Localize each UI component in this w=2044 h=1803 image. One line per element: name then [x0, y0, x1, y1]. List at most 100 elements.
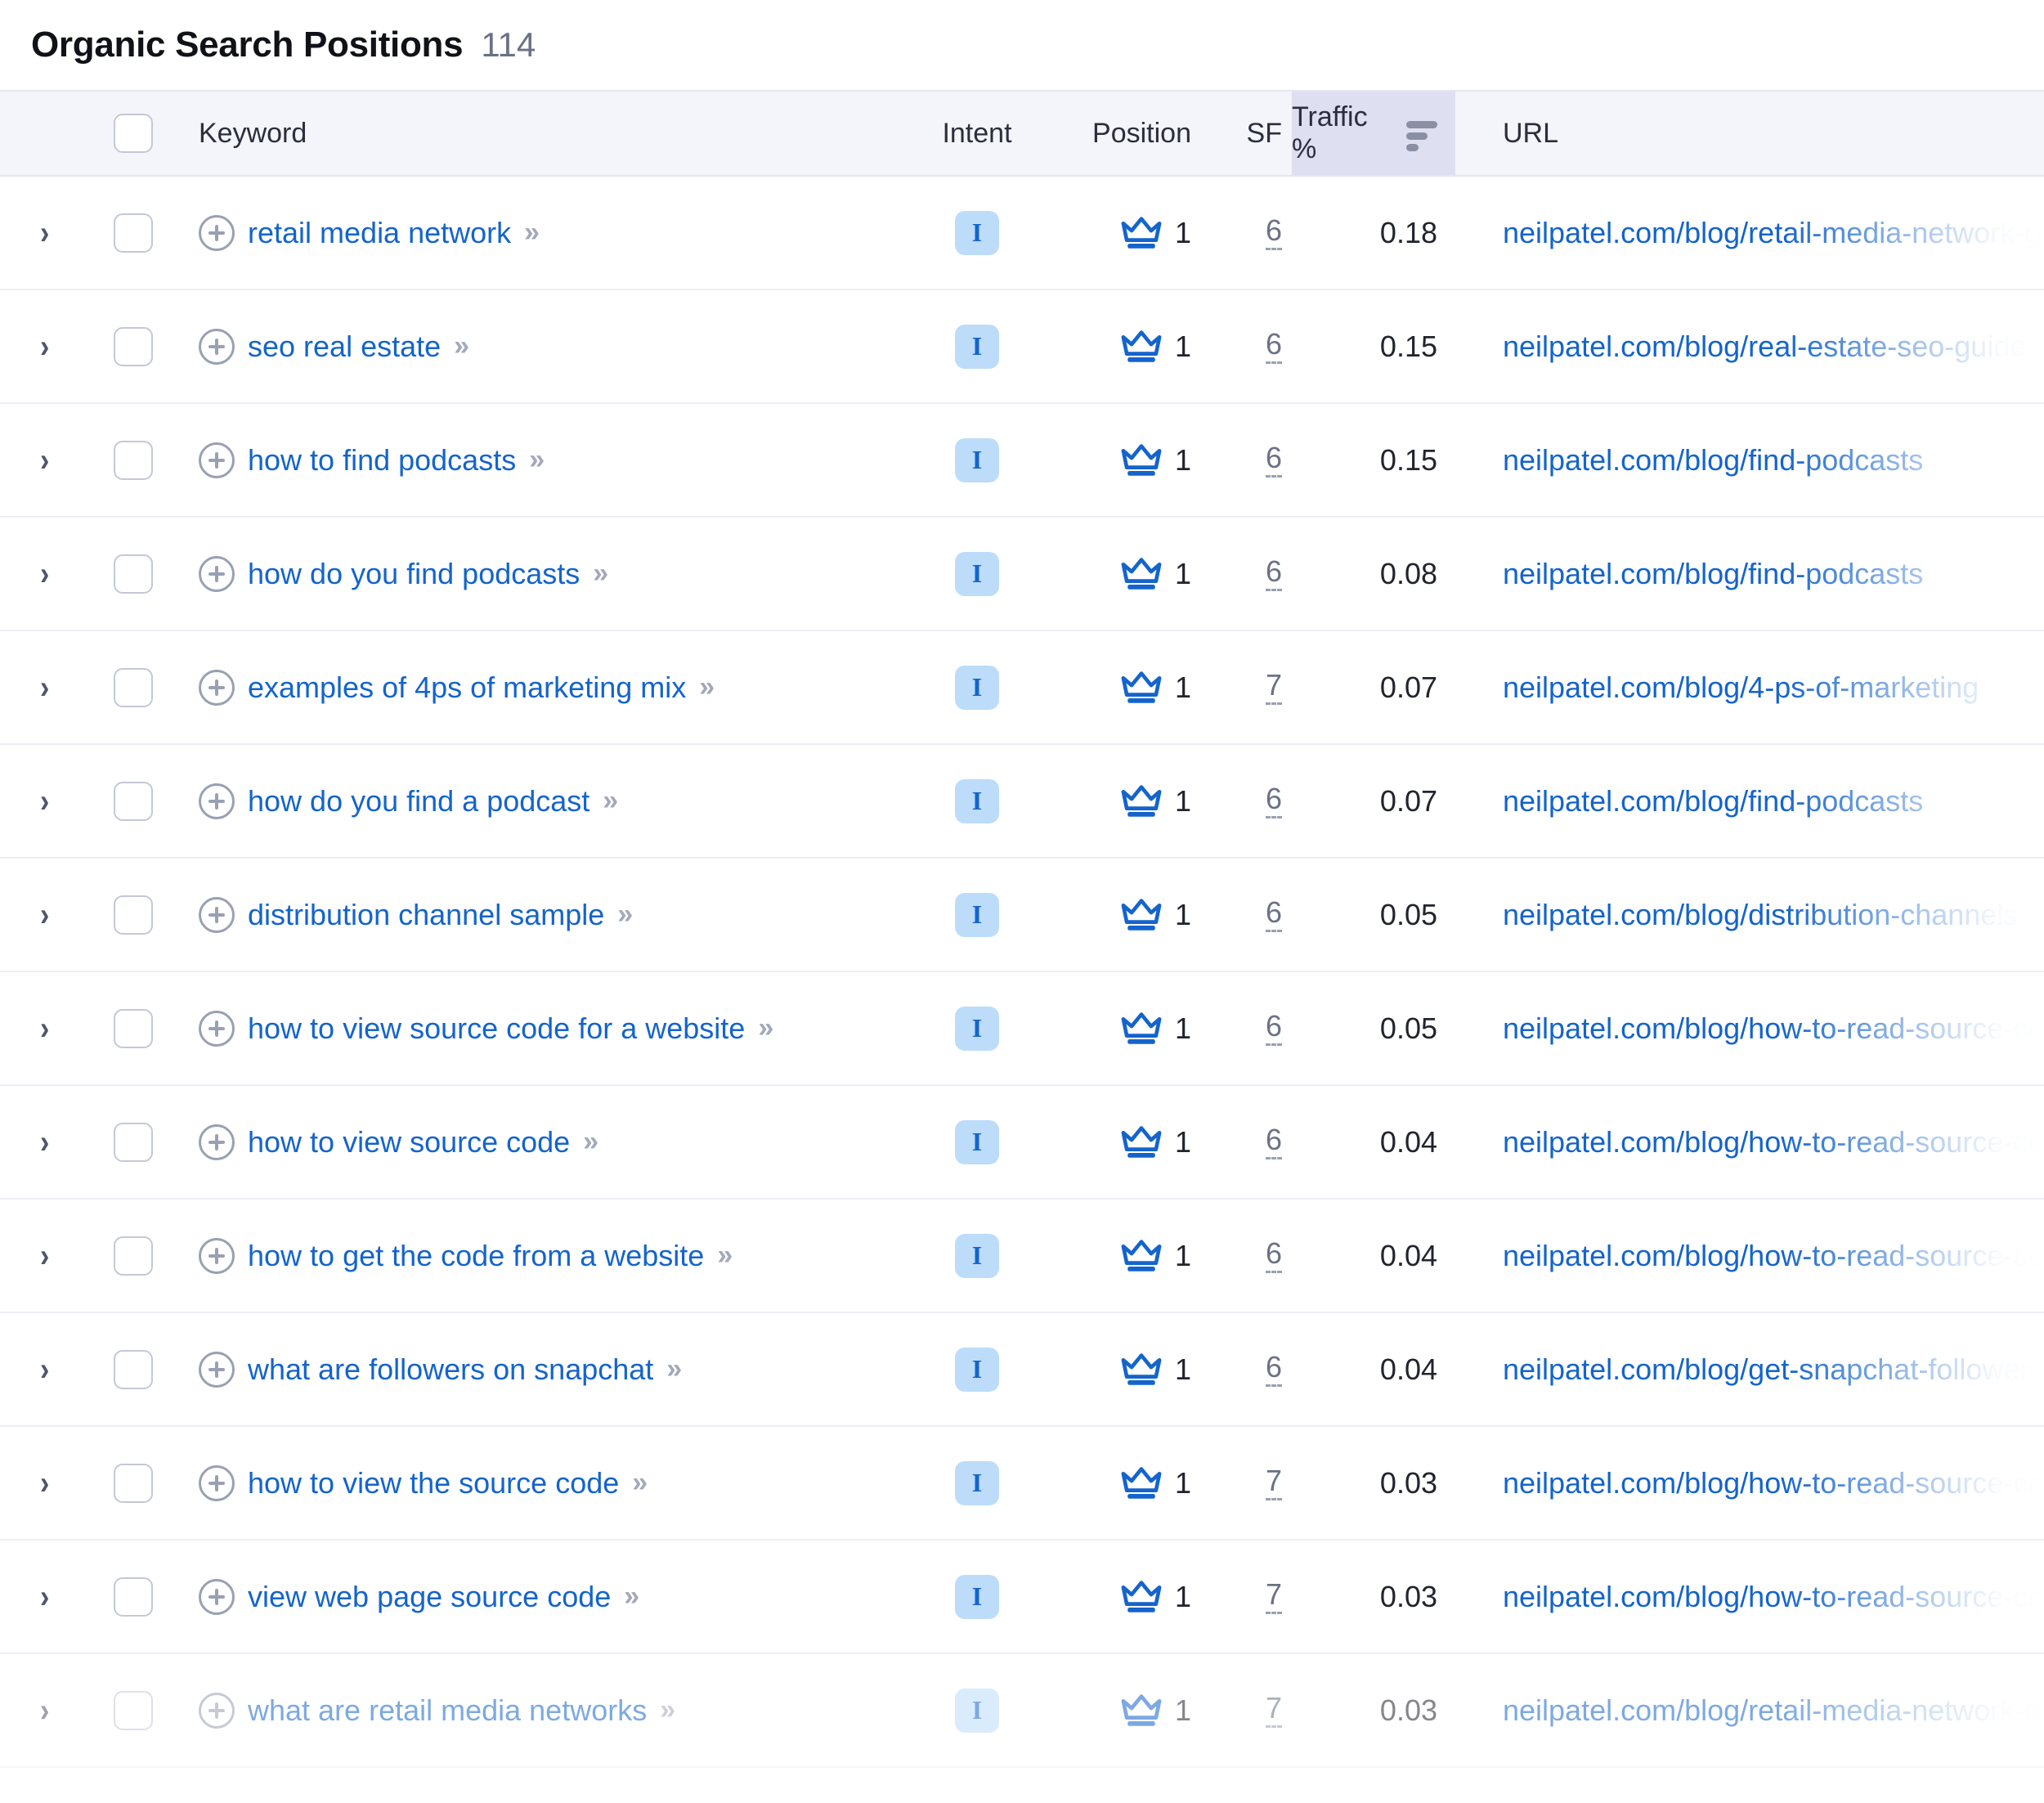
- url-link[interactable]: neilpatel.com/blog/find-podcasts: [1503, 784, 2044, 819]
- url-link[interactable]: neilpatel.com/blog/how-to-read-source-co…: [1503, 1125, 2044, 1159]
- table-row[interactable]: › how to view source code » I 1 6 0.04 neilpate…: [0, 1086, 2044, 1200]
- intent-badge[interactable]: I: [955, 1460, 999, 1505]
- table-row[interactable]: › retail media network » I 1 6 0.18 neilpatel.c…: [0, 177, 2044, 290]
- column-header-url[interactable]: URL: [1455, 92, 2044, 175]
- keyword-link[interactable]: how to view source code for a website: [248, 1011, 745, 1046]
- keyword-link[interactable]: how to find podcasts: [248, 443, 516, 478]
- column-header-sf[interactable]: SF: [1206, 92, 1292, 175]
- double-chevron-right-icon[interactable]: »: [454, 330, 469, 362]
- row-expand-cell[interactable]: ›: [0, 177, 90, 289]
- table-row[interactable]: › how to see the source code»I170.03neilp…: [0, 1768, 2044, 1803]
- sf-value[interactable]: 6: [1265, 783, 1282, 819]
- url-link[interactable]: neilpatel.com/blog/how-to-read-source-co…: [1503, 1580, 2044, 1614]
- circled-plus-icon[interactable]: [199, 1692, 235, 1729]
- row-expand-cell[interactable]: ›: [0, 518, 90, 630]
- column-header-position[interactable]: Position: [1042, 92, 1206, 175]
- row-checkbox[interactable]: [113, 1690, 153, 1730]
- table-row[interactable]: › examples of 4ps of marketing mix » I 1 7 0.0…: [0, 631, 2044, 745]
- row-expand-cell[interactable]: ›: [0, 1541, 90, 1653]
- keyword-link[interactable]: how to get the code from a website: [248, 1239, 704, 1273]
- row-expand-cell[interactable]: ›: [0, 1427, 90, 1539]
- keyword-link[interactable]: how do you find podcasts: [248, 557, 580, 591]
- row-select-cell[interactable]: [90, 404, 176, 516]
- circled-plus-icon[interactable]: [199, 896, 235, 933]
- row-expand-cell[interactable]: ›: [0, 972, 90, 1084]
- row-checkbox[interactable]: [113, 440, 153, 480]
- row-checkbox[interactable]: [113, 1008, 153, 1048]
- row-expand-cell[interactable]: ›: [0, 290, 90, 402]
- url-link[interactable]: neilpatel.com/blog/distribution-channels: [1503, 898, 2044, 932]
- url-link[interactable]: neilpatel.com/blog/find-podcasts: [1503, 443, 2044, 478]
- circled-plus-icon[interactable]: [199, 1578, 235, 1615]
- double-chevron-right-icon[interactable]: »: [660, 1694, 675, 1726]
- intent-badge[interactable]: I: [955, 1119, 999, 1164]
- circled-plus-icon[interactable]: [199, 1124, 235, 1160]
- circled-plus-icon[interactable]: [199, 1237, 235, 1274]
- url-link[interactable]: neilpatel.com/blog/retail-media-network-…: [1503, 1693, 2044, 1728]
- row-select-cell[interactable]: [90, 177, 176, 289]
- chevron-right-icon[interactable]: ›: [40, 444, 49, 477]
- intent-badge[interactable]: I: [955, 1688, 999, 1733]
- row-checkbox[interactable]: [113, 667, 153, 707]
- column-header-intent[interactable]: Intent: [912, 92, 1042, 175]
- double-chevron-right-icon[interactable]: »: [529, 444, 545, 476]
- chevron-right-icon[interactable]: ›: [40, 785, 49, 818]
- keyword-link[interactable]: seo real estate: [248, 330, 441, 364]
- row-expand-cell[interactable]: ›: [0, 1313, 90, 1425]
- row-checkbox[interactable]: [113, 1463, 153, 1503]
- row-select-cell[interactable]: [90, 859, 176, 971]
- url-link[interactable]: neilpatel.com/blog/how-to-read-source-co…: [1503, 1466, 2044, 1500]
- table-row[interactable]: › how to view the source code » I 1 7 0.03 neil…: [0, 1427, 2044, 1541]
- row-select-cell[interactable]: [90, 1541, 176, 1653]
- row-select-cell[interactable]: [90, 1313, 176, 1425]
- chevron-right-icon[interactable]: ›: [40, 558, 49, 590]
- row-checkbox[interactable]: [113, 895, 153, 935]
- keyword-link[interactable]: view web page source code: [248, 1580, 611, 1614]
- chevron-right-icon[interactable]: ›: [40, 1353, 49, 1386]
- row-checkbox[interactable]: [113, 781, 153, 821]
- circled-plus-icon[interactable]: [199, 442, 235, 478]
- url-link[interactable]: neilpatel.com/blog/get-snapchat-follower…: [1503, 1352, 2044, 1387]
- row-expand-cell[interactable]: ›: [0, 631, 90, 743]
- keyword-link[interactable]: distribution channel sample: [248, 898, 604, 932]
- sf-value[interactable]: 6: [1265, 1352, 1282, 1387]
- chevron-right-icon[interactable]: ›: [40, 671, 49, 704]
- sf-value[interactable]: 6: [1265, 556, 1282, 591]
- table-row[interactable]: › distribution channel sample » I 1 6 0.05 neil…: [0, 859, 2044, 972]
- intent-badge[interactable]: I: [955, 1574, 999, 1619]
- url-link[interactable]: neilpatel.com/blog/how-to-read-source-co…: [1503, 1239, 2044, 1273]
- double-chevron-right-icon[interactable]: »: [524, 217, 540, 249]
- double-chevron-right-icon[interactable]: »: [758, 1012, 773, 1044]
- table-row[interactable]: › how do you find podcasts » I 1 6 0.08 neilpat…: [0, 518, 2044, 631]
- url-link[interactable]: neilpatel.com/blog/find-podcasts: [1503, 557, 2044, 591]
- table-row[interactable]: › what are retail media networks » I 1 7 0.03 n…: [0, 1654, 2044, 1768]
- intent-badge[interactable]: I: [955, 210, 999, 255]
- row-checkbox[interactable]: [113, 1349, 153, 1389]
- keyword-link[interactable]: how to view source code: [248, 1125, 570, 1159]
- row-select-cell[interactable]: [90, 518, 176, 630]
- chevron-right-icon[interactable]: ›: [40, 1240, 49, 1272]
- sf-value[interactable]: 6: [1265, 1011, 1282, 1046]
- circled-plus-icon[interactable]: [199, 1351, 235, 1388]
- row-select-cell[interactable]: [90, 1427, 176, 1539]
- table-row[interactable]: › how to view source code for a website » I…: [0, 972, 2044, 1086]
- keyword-link[interactable]: what are retail media networks: [248, 1693, 647, 1728]
- row-expand-cell[interactable]: ›: [0, 859, 90, 971]
- table-row[interactable]: › how to find podcasts » I 1 6 0.15 neilpatel.c…: [0, 404, 2044, 518]
- sf-value[interactable]: 7: [1265, 1465, 1282, 1500]
- circled-plus-icon[interactable]: [199, 214, 235, 251]
- row-select-cell[interactable]: [90, 1768, 176, 1803]
- row-select-cell[interactable]: [90, 290, 176, 402]
- url-link[interactable]: neilpatel.com/blog/how-to-read-source-co…: [1503, 1011, 2044, 1046]
- double-chevron-right-icon[interactable]: »: [617, 899, 633, 931]
- header-select-all-cell[interactable]: [90, 92, 176, 175]
- table-row[interactable]: › seo real estate » I 1 6 0.15 neilpatel.com/bl…: [0, 290, 2044, 404]
- row-select-cell[interactable]: [90, 972, 176, 1084]
- url-link[interactable]: neilpatel.com/blog/4-ps-of-marketing: [1503, 671, 2044, 705]
- table-row[interactable]: › how do you find a podcast » I 1 6 0.07 neilpa…: [0, 745, 2044, 859]
- circled-plus-icon[interactable]: [199, 1464, 235, 1501]
- chevron-right-icon[interactable]: ›: [40, 217, 49, 249]
- row-checkbox[interactable]: [113, 213, 153, 253]
- keyword-link[interactable]: retail media network: [248, 216, 511, 250]
- double-chevron-right-icon[interactable]: »: [632, 1467, 648, 1499]
